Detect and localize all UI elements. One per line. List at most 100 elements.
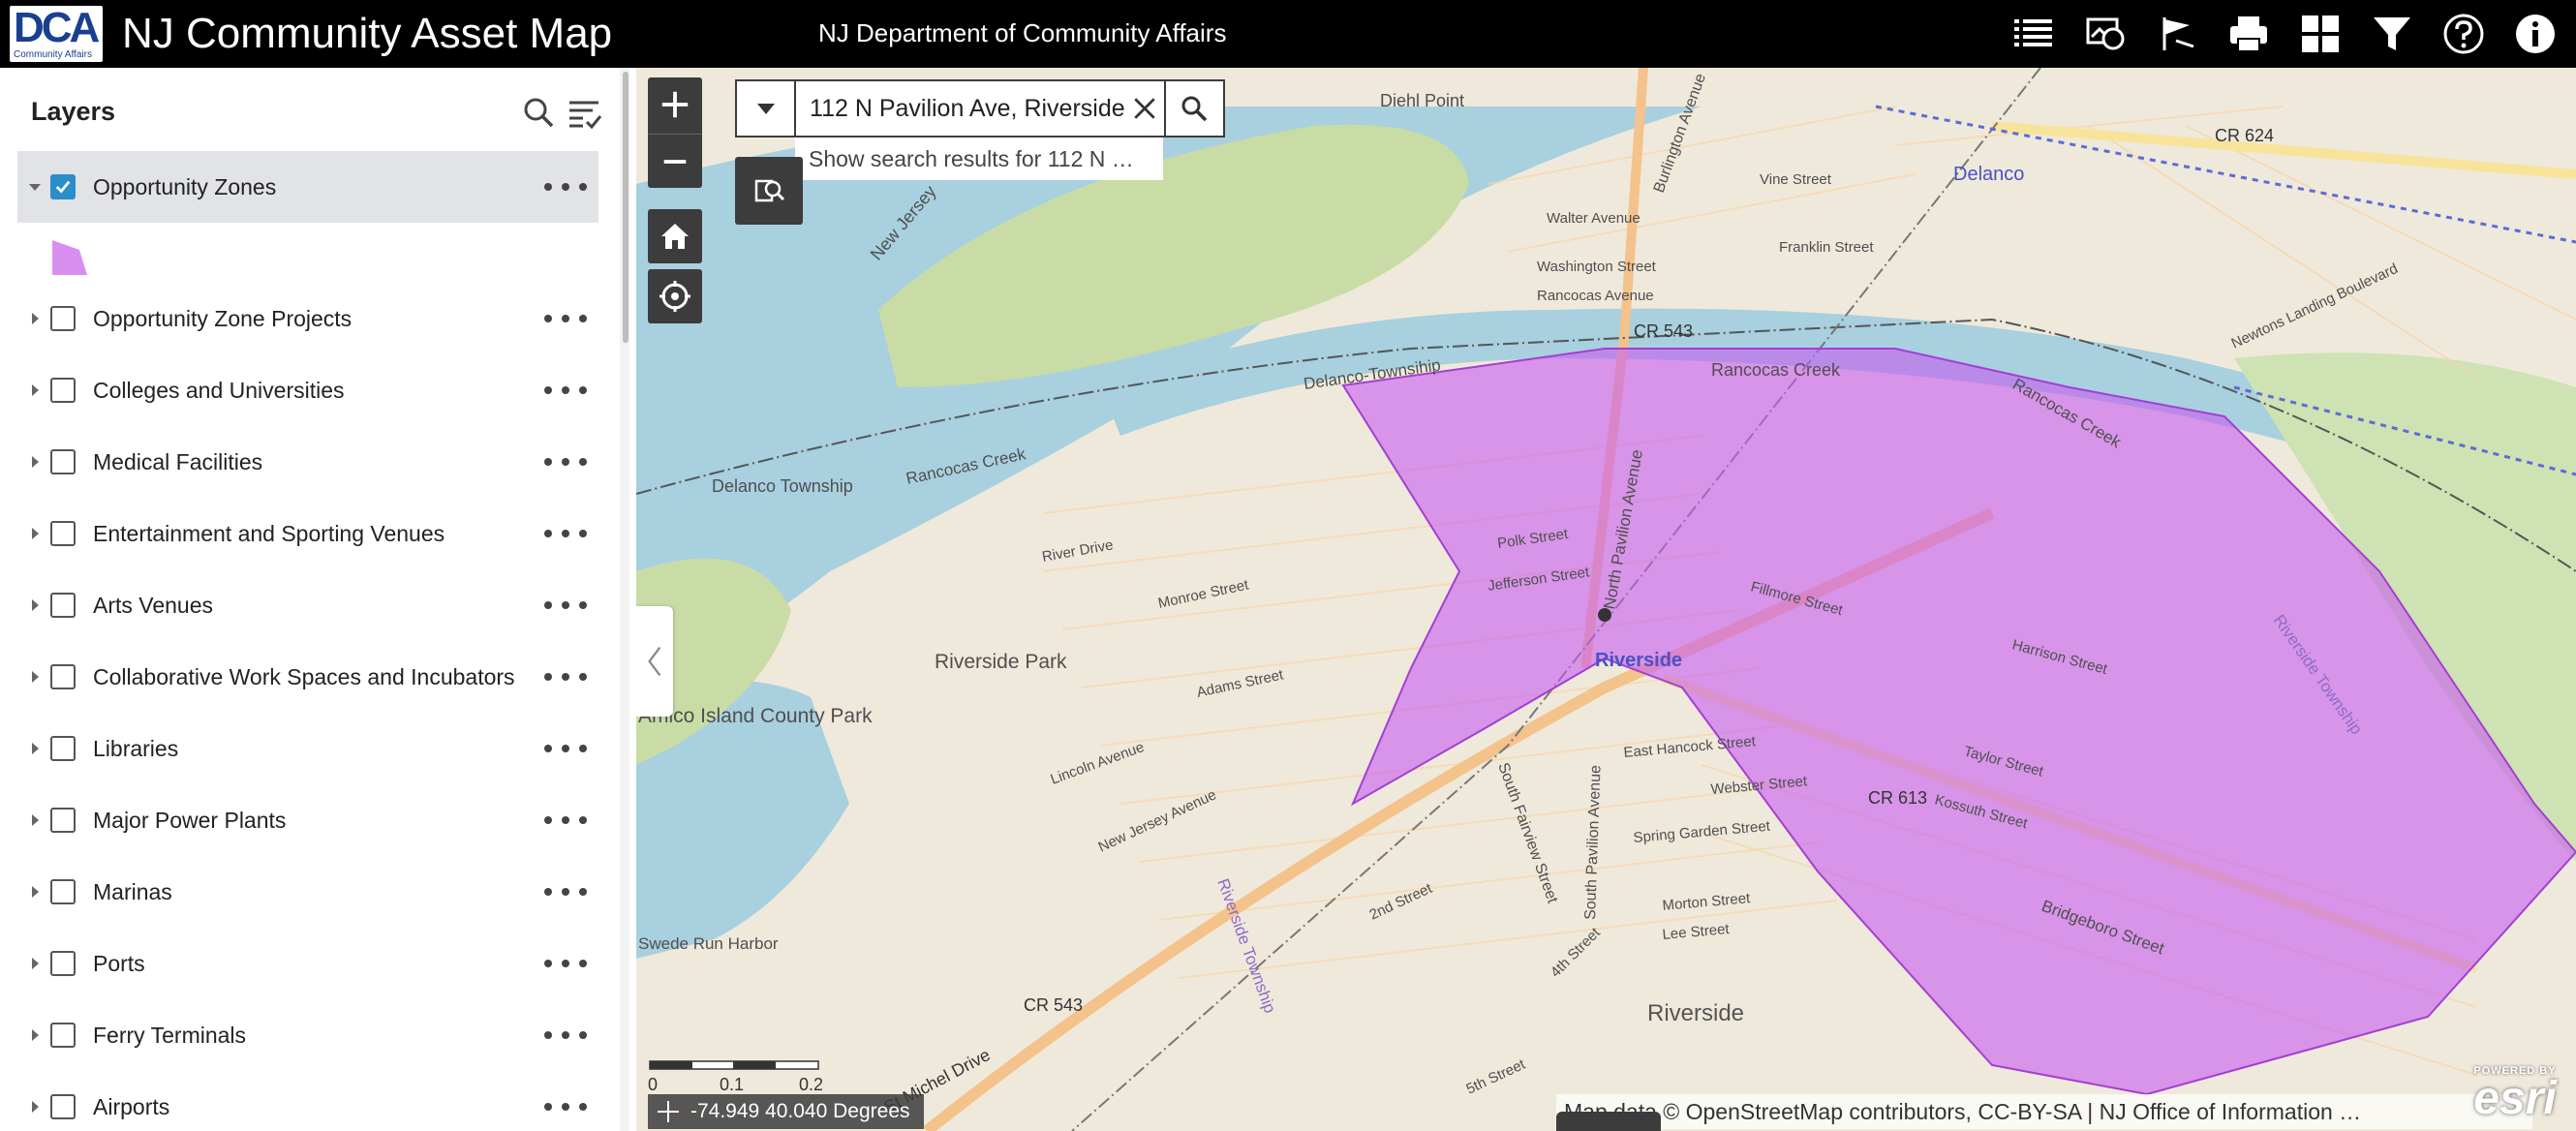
- layer-row[interactable]: Opportunity Zone Projects: [17, 283, 598, 354]
- expand-icon[interactable]: [25, 180, 45, 194]
- coordinate-readout[interactable]: -74.949 40.040 Degrees: [648, 1094, 924, 1129]
- more-options-icon[interactable]: [544, 452, 587, 472]
- layer-checkbox[interactable]: [50, 736, 76, 761]
- layer-checkbox[interactable]: [50, 449, 76, 474]
- search-input[interactable]: [796, 83, 1126, 134]
- caret-right-icon: [32, 671, 39, 683]
- layer-list-button[interactable]: [2005, 6, 2063, 62]
- layer-checkbox[interactable]: [50, 951, 76, 976]
- expand-icon[interactable]: [25, 957, 45, 970]
- clear-search-button[interactable]: [1126, 81, 1166, 136]
- caret-right-icon: [32, 814, 39, 826]
- help-button[interactable]: [2435, 6, 2493, 62]
- locate-button[interactable]: [648, 269, 702, 323]
- layer-row[interactable]: Ports: [17, 928, 598, 999]
- caret-right-icon: [32, 1029, 39, 1041]
- expand-icon[interactable]: [25, 885, 45, 899]
- close-icon: [1134, 98, 1156, 119]
- layer-row[interactable]: Medical Facilities: [17, 426, 598, 498]
- layer-checkbox[interactable]: [50, 1023, 76, 1048]
- grid-icon: [2302, 15, 2339, 52]
- layer-row[interactable]: Collaborative Work Spaces and Incubators: [17, 641, 598, 713]
- layer-label: Opportunity Zones: [93, 173, 277, 199]
- minus-icon: [663, 160, 687, 164]
- layer-checkbox[interactable]: [50, 664, 76, 689]
- attribution-toggle-button[interactable]: [1556, 1112, 1661, 1131]
- layer-checkbox[interactable]: [50, 378, 76, 403]
- map-search-tool-button[interactable]: [735, 157, 803, 225]
- layer-checkbox[interactable]: [50, 1094, 76, 1119]
- layer-checkbox[interactable]: [50, 306, 76, 331]
- layer-checkbox[interactable]: [50, 879, 76, 904]
- more-options-icon[interactable]: [544, 381, 587, 400]
- more-options-icon[interactable]: [544, 309, 587, 328]
- layer-checkbox[interactable]: [50, 808, 76, 833]
- layer-checkbox[interactable]: [50, 174, 76, 199]
- crosshair-icon: [658, 1101, 679, 1122]
- about-button[interactable]: [2506, 6, 2564, 62]
- expand-icon[interactable]: [25, 312, 45, 325]
- collapse-panel-button[interactable]: [636, 606, 673, 717]
- expand-icon[interactable]: [25, 813, 45, 827]
- locate-icon: [659, 281, 690, 312]
- label-washington-street: Washington Street: [1537, 259, 1657, 275]
- scrollbar-thumb[interactable]: [623, 72, 629, 343]
- more-options-icon[interactable]: [544, 177, 587, 197]
- layer-row[interactable]: Libraries: [17, 713, 598, 784]
- esri-logo: POWERED BY esri: [2457, 1065, 2573, 1129]
- layer-row[interactable]: Entertainment and Sporting Venues: [17, 498, 598, 569]
- expand-icon[interactable]: [25, 455, 45, 469]
- checkmark-icon: [55, 180, 71, 194]
- zoom-in-button[interactable]: [648, 77, 702, 132]
- basemap-gallery-button[interactable]: [2077, 6, 2135, 62]
- layers-panel: Layers Opportunity Zones Opportunity Zon…: [0, 68, 629, 1131]
- print-button[interactable]: [2220, 6, 2278, 62]
- layer-row[interactable]: Major Power Plants: [17, 784, 598, 856]
- layer-row[interactable]: Airports: [17, 1071, 598, 1131]
- layer-checkbox[interactable]: [50, 521, 76, 546]
- more-options-icon[interactable]: [544, 596, 587, 615]
- more-options-icon[interactable]: [544, 1025, 587, 1045]
- caret-down-icon: [29, 184, 41, 191]
- layer-label: Marinas: [93, 878, 172, 904]
- widgets-button[interactable]: [2291, 6, 2349, 62]
- more-options-icon[interactable]: [544, 1097, 587, 1116]
- expand-icon[interactable]: [25, 383, 45, 397]
- more-options-icon[interactable]: [544, 667, 587, 687]
- zoom-out-button[interactable]: [648, 134, 702, 189]
- label-cr624: CR 624: [2215, 126, 2274, 145]
- expand-icon[interactable]: [25, 742, 45, 755]
- label-diehl-point: Diehl Point: [1380, 91, 1464, 110]
- chevron-down-icon: [756, 104, 775, 114]
- layer-row[interactable]: Colleges and Universities: [17, 354, 598, 426]
- map-view[interactable]: Diehl Point New Jersey Delanco Township …: [636, 68, 2576, 1131]
- search-button[interactable]: [1166, 81, 1223, 136]
- search-suggestion[interactable]: Show search results for 112 N …: [795, 138, 1163, 180]
- esri-text: esri: [2473, 1073, 2557, 1124]
- search-icon[interactable]: [521, 95, 556, 130]
- expand-icon[interactable]: [25, 1028, 45, 1042]
- filter-button[interactable]: [2363, 6, 2421, 62]
- layer-label: Opportunity Zone Projects: [93, 305, 353, 331]
- more-options-icon[interactable]: [544, 882, 587, 902]
- expand-icon[interactable]: [25, 1100, 45, 1114]
- layer-checkbox[interactable]: [50, 593, 76, 618]
- layer-row[interactable]: Marinas: [17, 856, 598, 928]
- home-button[interactable]: [648, 209, 702, 263]
- legend-button[interactable]: [2148, 6, 2206, 62]
- layer-row-opportunity-zones[interactable]: Opportunity Zones: [17, 151, 598, 223]
- more-options-icon[interactable]: [544, 954, 587, 973]
- layer-row[interactable]: Ferry Terminals: [17, 999, 598, 1071]
- layer-options-icon[interactable]: [566, 93, 604, 132]
- info-icon: [2516, 15, 2555, 53]
- expand-icon[interactable]: [25, 527, 45, 540]
- expand-icon[interactable]: [25, 670, 45, 684]
- expand-icon[interactable]: [25, 598, 45, 612]
- layer-row[interactable]: Arts Venues: [17, 569, 598, 641]
- chevron-left-icon: [648, 646, 661, 677]
- more-options-icon[interactable]: [544, 810, 587, 830]
- more-options-icon[interactable]: [544, 524, 587, 543]
- scale-bar: 0 0.1 0.2mi: [648, 1060, 822, 1094]
- more-options-icon[interactable]: [544, 739, 587, 758]
- search-source-dropdown[interactable]: [737, 81, 797, 136]
